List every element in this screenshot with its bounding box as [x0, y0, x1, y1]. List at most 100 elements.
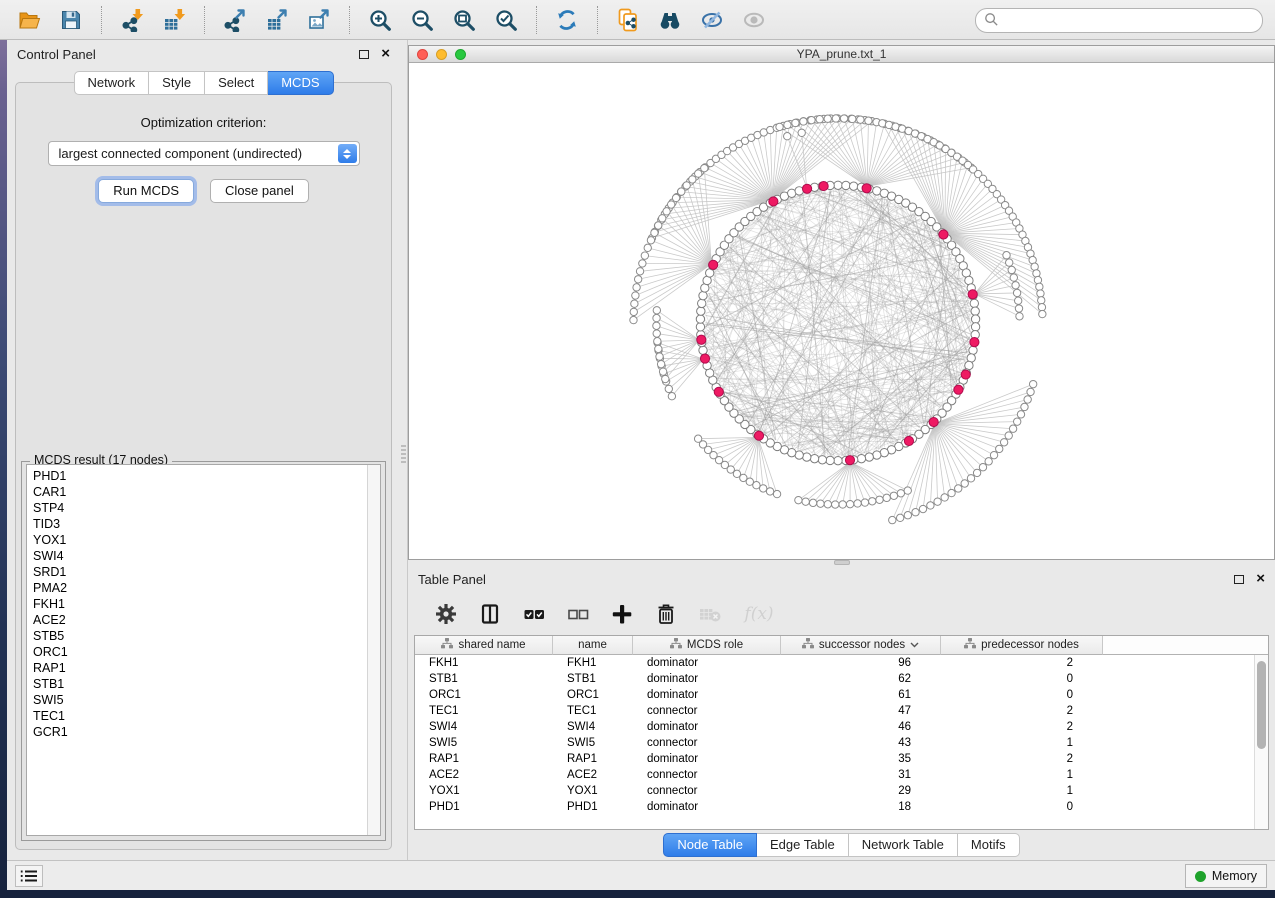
- cell-successor-nodes: 43: [781, 735, 941, 751]
- mcds-result-item[interactable]: GCR1: [27, 724, 380, 740]
- cell-successor-nodes: 96: [781, 655, 941, 671]
- table-row[interactable]: ACE2ACE2connector311: [415, 767, 1268, 783]
- maximize-window-icon[interactable]: [455, 49, 466, 60]
- tab-style[interactable]: Style: [149, 71, 205, 95]
- column-header-predecessor-nodes[interactable]: predecessor nodes: [941, 636, 1103, 655]
- table-row[interactable]: YOX1YOX1connector291: [415, 783, 1268, 799]
- status-bar: Memory: [7, 860, 1275, 890]
- window-traffic-lights: [417, 49, 466, 60]
- table-panel-header: Table Panel ×: [408, 565, 1275, 593]
- cell-name: SWI5: [553, 735, 633, 751]
- mcds-result-item[interactable]: SWI4: [27, 548, 380, 564]
- splitter-grip[interactable]: [834, 560, 850, 565]
- save-session-icon[interactable]: [58, 7, 84, 33]
- column-type-icon: [964, 638, 976, 652]
- mcds-result-item[interactable]: TID3: [27, 516, 380, 532]
- zoom-out-icon[interactable]: [409, 7, 435, 33]
- mcds-result-item[interactable]: FKH1: [27, 596, 380, 612]
- find-network-icon[interactable]: [657, 7, 683, 33]
- export-image-icon[interactable]: [306, 7, 332, 33]
- search-input[interactable]: [975, 8, 1263, 33]
- network-canvas[interactable]: [409, 63, 1274, 559]
- cell-mcds-role: connector: [633, 703, 781, 719]
- mcds-result-item[interactable]: RAP1: [27, 660, 380, 676]
- column-label: shared name: [458, 639, 525, 651]
- hide-panels-icon[interactable]: [699, 7, 725, 33]
- criterion-dropdown[interactable]: largest connected component (undirected): [48, 141, 360, 166]
- add-row-icon[interactable]: [609, 601, 635, 627]
- column-header-successor-nodes[interactable]: successor nodes: [781, 636, 941, 655]
- column-label: predecessor nodes: [981, 639, 1079, 651]
- mcds-result-item[interactable]: STP4: [27, 500, 380, 516]
- tab-edge-table[interactable]: Edge Table: [757, 833, 849, 857]
- close-panel-icon[interactable]: ×: [381, 49, 390, 59]
- dropdown-stepper-icon: [338, 144, 357, 163]
- toolbar-separator: [536, 6, 537, 34]
- float-panel-icon[interactable]: [359, 50, 369, 59]
- cell-predecessor-nodes: 1: [941, 783, 1103, 799]
- mcds-result-item[interactable]: YOX1: [27, 532, 380, 548]
- mcds-result-item[interactable]: SWI5: [27, 692, 380, 708]
- table-scrollbar[interactable]: [1254, 655, 1268, 829]
- task-history-button[interactable]: [15, 865, 43, 887]
- column-type-icon: [802, 638, 814, 652]
- minimize-window-icon[interactable]: [436, 49, 447, 60]
- table-tabs: Node TableEdge TableNetwork TableMotifs: [408, 830, 1275, 860]
- tab-network[interactable]: Network: [73, 71, 149, 95]
- mcds-result-item[interactable]: ORC1: [27, 644, 380, 660]
- splitter-grip[interactable]: [401, 445, 406, 465]
- mcds-result-item[interactable]: PHD1: [27, 468, 380, 484]
- open-file-icon[interactable]: [16, 7, 42, 33]
- delete-row-icon[interactable]: [653, 601, 679, 627]
- import-network-icon[interactable]: [119, 7, 145, 33]
- horizontal-splitter[interactable]: [408, 560, 1275, 565]
- mcds-result-item[interactable]: ACE2: [27, 612, 380, 628]
- table-row[interactable]: RAP1RAP1dominator352: [415, 751, 1268, 767]
- export-table-icon[interactable]: [264, 7, 290, 33]
- table-row[interactable]: ORC1ORC1dominator610: [415, 687, 1268, 703]
- mcds-list-scrollbar[interactable]: [367, 465, 380, 835]
- mcds-result-item[interactable]: SRD1: [27, 564, 380, 580]
- export-network-icon[interactable]: [222, 7, 248, 33]
- column-header-name[interactable]: name: [553, 636, 633, 655]
- zoom-in-icon[interactable]: [367, 7, 393, 33]
- table-row[interactable]: STB1STB1dominator620: [415, 671, 1268, 687]
- duplicate-network-icon[interactable]: [615, 7, 641, 33]
- mcds-result-item[interactable]: CAR1: [27, 484, 380, 500]
- table-row[interactable]: SWI4SWI4dominator462: [415, 719, 1268, 735]
- select-all-icon[interactable]: [521, 601, 547, 627]
- tab-select[interactable]: Select: [205, 71, 268, 95]
- close-window-icon[interactable]: [417, 49, 428, 60]
- mcds-result-list[interactable]: PHD1CAR1STP4TID3YOX1SWI4SRD1PMA2FKH1ACE2…: [26, 464, 381, 836]
- mcds-result-item[interactable]: TEC1: [27, 708, 380, 724]
- zoom-selected-icon[interactable]: [493, 7, 519, 33]
- settings-icon[interactable]: [433, 601, 459, 627]
- table-row[interactable]: SWI5SWI5connector431: [415, 735, 1268, 751]
- memory-button[interactable]: Memory: [1185, 864, 1267, 888]
- mcds-result-item[interactable]: STB5: [27, 628, 380, 644]
- float-panel-icon[interactable]: [1234, 575, 1244, 584]
- cell-name: STB1: [553, 671, 633, 687]
- table-scrollbar-thumb[interactable]: [1257, 661, 1266, 749]
- close-panel-icon[interactable]: ×: [1256, 574, 1265, 584]
- table-row[interactable]: TEC1TEC1connector472: [415, 703, 1268, 719]
- mcds-result-item[interactable]: STB1: [27, 676, 380, 692]
- node-table[interactable]: shared name nameMCDS rolesuccessor nodes p…: [414, 635, 1269, 830]
- column-header-mcds-role[interactable]: MCDS role: [633, 636, 781, 655]
- refresh-view-icon[interactable]: [554, 7, 580, 33]
- import-table-icon[interactable]: [161, 7, 187, 33]
- zoom-fit-icon[interactable]: [451, 7, 477, 33]
- tab-network-table[interactable]: Network Table: [849, 833, 958, 857]
- columns-icon[interactable]: [477, 601, 503, 627]
- table-row[interactable]: PHD1PHD1dominator180: [415, 799, 1268, 815]
- table-row[interactable]: FKH1FKH1dominator962: [415, 655, 1268, 671]
- mcds-result-item[interactable]: PMA2: [27, 580, 380, 596]
- vertical-splitter[interactable]: [400, 40, 408, 860]
- deselect-all-icon[interactable]: [565, 601, 591, 627]
- close-panel-button[interactable]: Close panel: [210, 179, 309, 203]
- tab-motifs[interactable]: Motifs: [958, 833, 1020, 857]
- run-mcds-button[interactable]: Run MCDS: [98, 179, 194, 203]
- column-header-shared-name[interactable]: shared name: [415, 636, 553, 655]
- tab-node-table[interactable]: Node Table: [663, 833, 757, 857]
- tab-mcds[interactable]: MCDS: [268, 71, 333, 95]
